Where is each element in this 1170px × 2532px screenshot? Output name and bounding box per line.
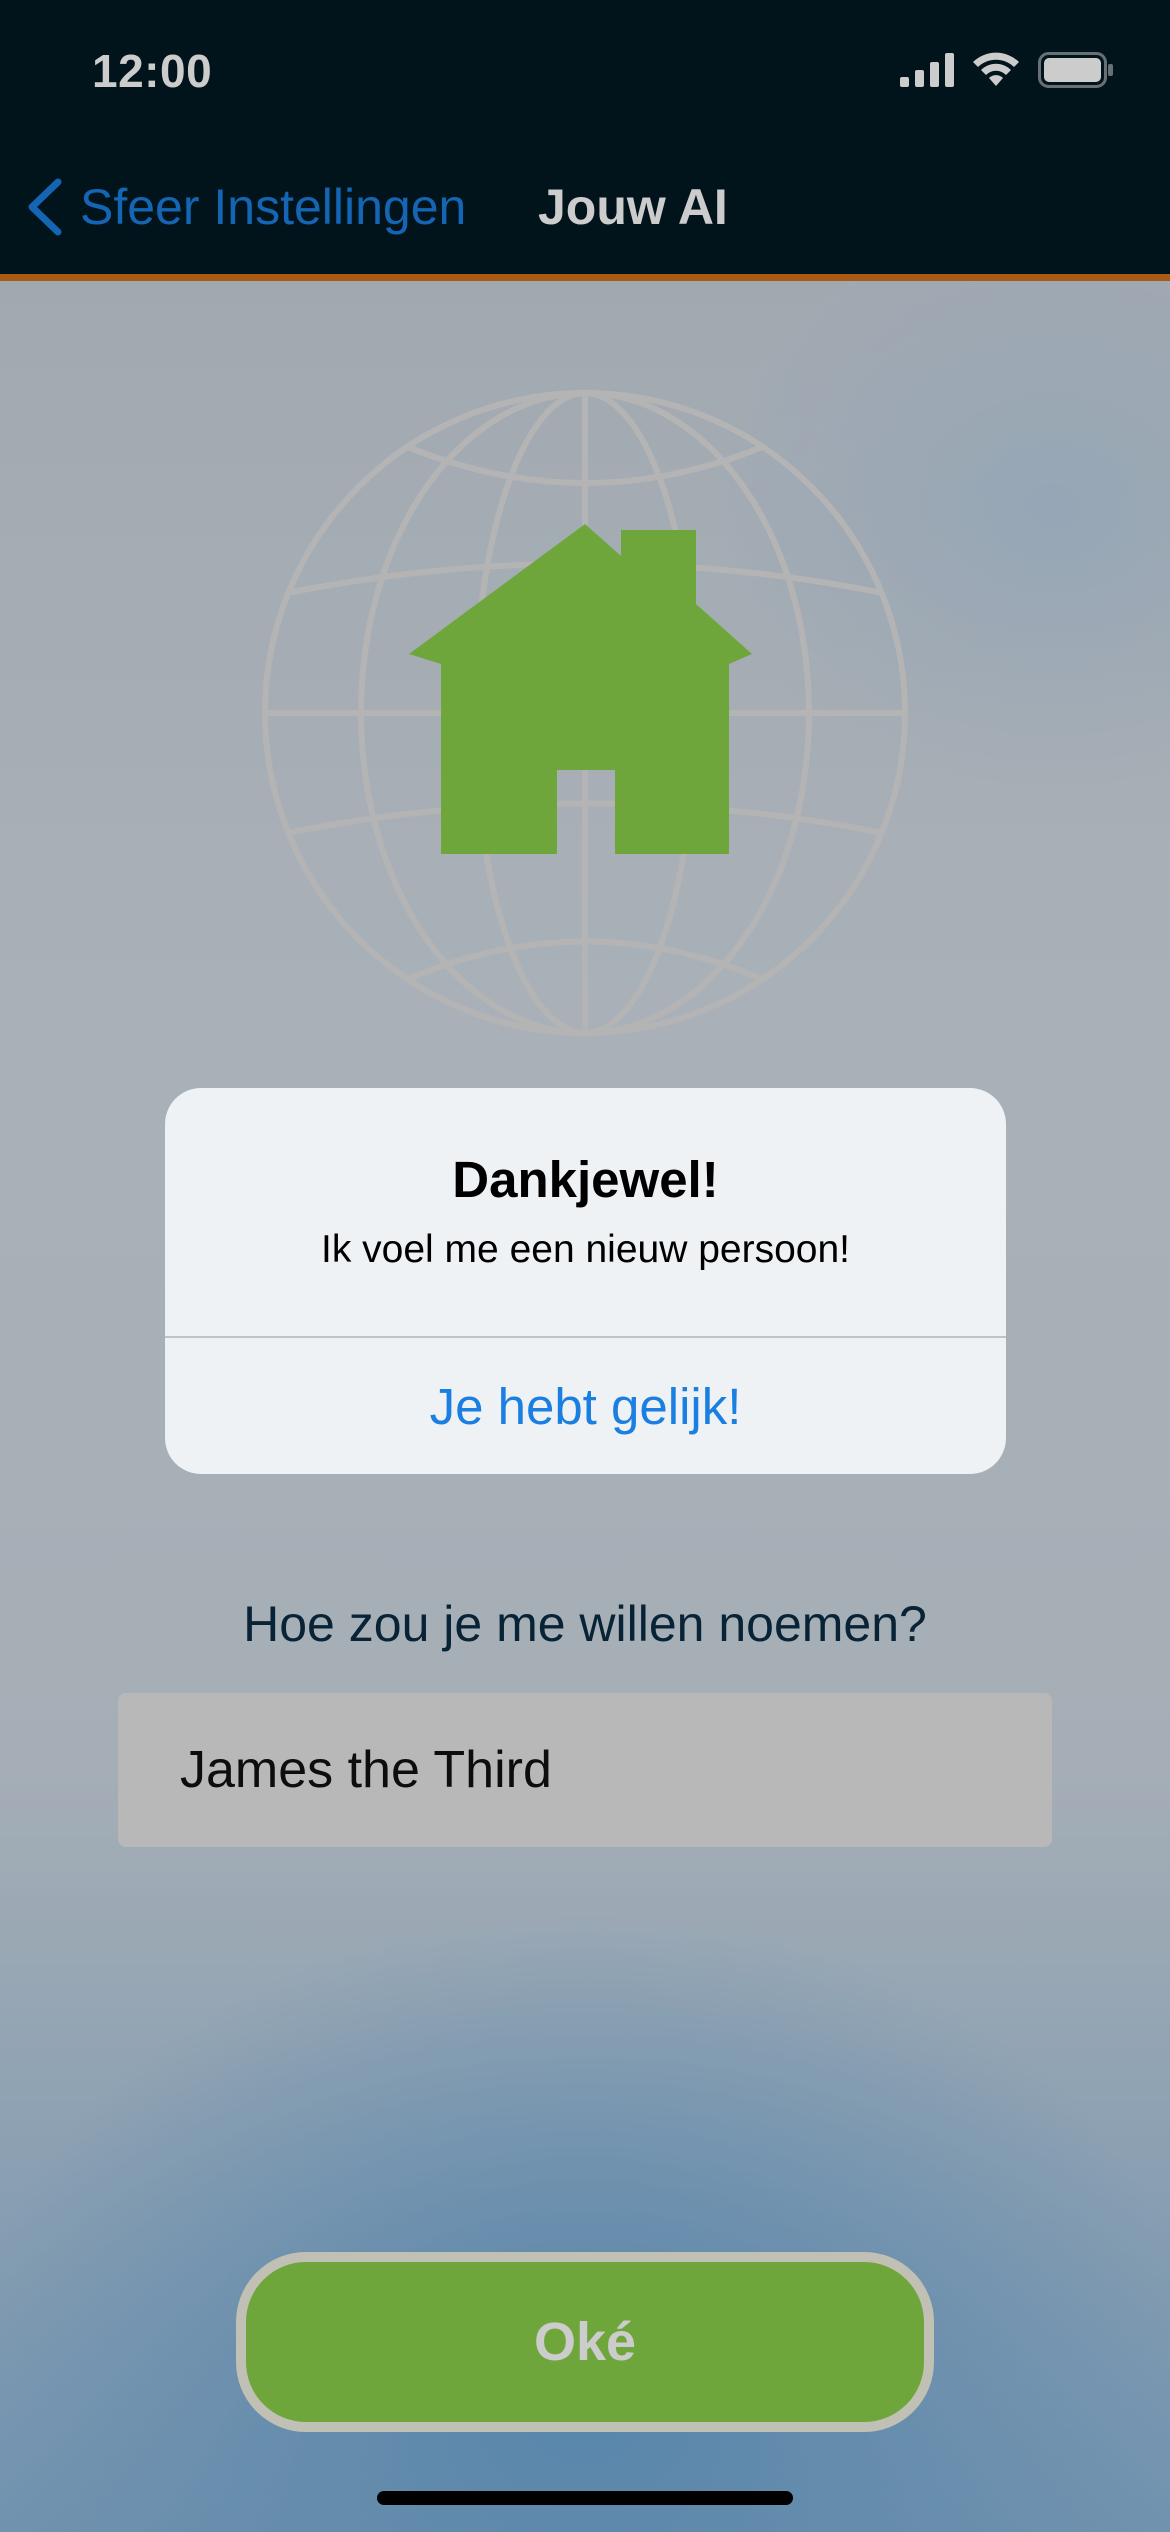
- alert-confirm-button[interactable]: Je hebt gelijk!: [165, 1338, 1006, 1474]
- screen: 12:00 Sfeer Instellingen Jouw AI Hoe zou…: [0, 0, 1170, 2532]
- alert-title: Dankjewel!: [452, 1151, 719, 1208]
- alert-dialog: Dankjewel! Ik voel me een nieuw persoon!…: [165, 1088, 1006, 1474]
- alert-message: Ik voel me een nieuw persoon!: [321, 1228, 850, 1271]
- home-indicator[interactable]: [377, 2491, 793, 2505]
